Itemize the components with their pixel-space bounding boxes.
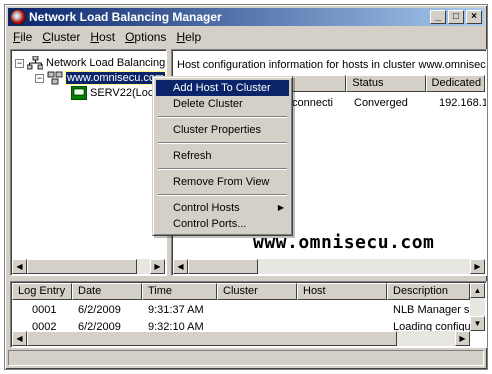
- column-description[interactable]: Description: [387, 283, 470, 300]
- menu-separator: [158, 116, 287, 118]
- menu-file[interactable]: File: [8, 30, 37, 44]
- server-icon: [71, 86, 87, 100]
- scroll-left-icon[interactable]: ◀: [12, 331, 27, 346]
- tree-item-cluster[interactable]: − www.omnisecu.com: [35, 71, 166, 85]
- column-time[interactable]: Time: [142, 283, 217, 300]
- menu-cluster[interactable]: Cluster: [37, 30, 85, 44]
- menu-item-cluster-properties[interactable]: Cluster Properties: [156, 122, 289, 138]
- scroll-thumb[interactable]: [27, 331, 397, 346]
- log-entry-cell: 0001: [32, 304, 57, 316]
- menu-item-label: Cluster Properties: [173, 124, 262, 136]
- column-log-entry[interactable]: Log Entry: [12, 283, 72, 300]
- host-config-info: Host configuration information for hosts…: [177, 59, 487, 71]
- tree-item-root[interactable]: − Network Load Balancing: [15, 56, 165, 70]
- watermark-text: www.omnisecu.com: [253, 232, 435, 253]
- scroll-thumb[interactable]: [188, 259, 258, 274]
- scroll-right-icon[interactable]: ▶: [455, 331, 470, 346]
- scroll-left-icon[interactable]: ◀: [12, 259, 27, 274]
- log-pane: Log Entry Date Time Cluster Host Descrip…: [10, 281, 487, 348]
- menu-item-label: Refresh: [173, 150, 212, 162]
- network-icon: [27, 56, 43, 70]
- status-cell: Converged: [354, 97, 408, 109]
- title-bar[interactable]: Network Load Balancing Manager _ □ ×: [8, 8, 484, 26]
- log-header: Log Entry Date Time Cluster Host Descrip…: [12, 283, 470, 300]
- menu-item-control-ports[interactable]: Control Ports...: [156, 216, 289, 232]
- menu-item-delete-cluster[interactable]: Delete Cluster: [156, 96, 289, 112]
- tree-root-label: Network Load Balancing: [46, 57, 166, 69]
- column-dedicated[interactable]: Dedicated: [425, 75, 485, 92]
- dedicated-ip-cell: 192.168.1: [439, 97, 487, 109]
- host-cell: connecti: [292, 97, 333, 109]
- menu-item-remove-from-view[interactable]: Remove From View: [156, 174, 289, 190]
- menu-item-label: Delete Cluster: [173, 98, 243, 110]
- scroll-right-icon[interactable]: ▶: [470, 259, 485, 274]
- menu-help[interactable]: Help: [171, 30, 206, 44]
- log-vertical-scrollbar[interactable]: ▲ ▼: [470, 283, 485, 331]
- menu-bar: File Cluster Host Options Help: [8, 28, 484, 46]
- log-time-cell: 9:31:37 AM: [148, 304, 204, 316]
- menu-host[interactable]: Host: [85, 30, 120, 44]
- scroll-thumb[interactable]: [27, 259, 137, 274]
- cluster-icon: [47, 71, 63, 85]
- collapse-icon[interactable]: −: [35, 73, 44, 83]
- menu-item-label: Add Host To Cluster: [173, 82, 271, 94]
- column-date[interactable]: Date: [72, 283, 142, 300]
- menu-item-add-host[interactable]: Add Host To Cluster: [156, 80, 289, 96]
- column-cluster[interactable]: Cluster: [217, 283, 297, 300]
- window-controls: _ □ ×: [428, 10, 482, 24]
- log-description-cell: NLB Manager se: [393, 304, 476, 316]
- close-button[interactable]: ×: [466, 10, 482, 24]
- cluster-context-menu: Add Host To Cluster Delete Cluster Clust…: [152, 76, 293, 236]
- menu-item-label: Control Ports...: [173, 218, 247, 230]
- menu-separator: [158, 194, 287, 196]
- menu-item-label: Control Hosts: [173, 202, 240, 214]
- scroll-left-icon[interactable]: ◀: [173, 259, 188, 274]
- menu-item-refresh[interactable]: Refresh: [156, 148, 289, 164]
- nlb-app-icon: [10, 9, 26, 25]
- cluster-tree-pane[interactable]: − Network Load Balancing − www.omnisecu.…: [10, 49, 167, 276]
- window-title: Network Load Balancing Manager: [29, 10, 222, 24]
- log-horizontal-scrollbar[interactable]: ◀ ▶: [12, 331, 470, 346]
- collapse-icon[interactable]: −: [15, 58, 24, 68]
- scroll-down-icon[interactable]: ▼: [470, 316, 485, 331]
- menu-options[interactable]: Options: [120, 30, 171, 44]
- log-date-cell: 6/2/2009: [78, 304, 121, 316]
- menu-item-label: Remove From View: [173, 176, 270, 188]
- tree-cluster-label: www.omnisecu.com: [64, 71, 166, 85]
- status-panel: [8, 350, 484, 366]
- scroll-up-icon[interactable]: ▲: [470, 283, 485, 298]
- status-bar: [8, 350, 484, 366]
- menu-item-control-hosts[interactable]: Control Hosts ▶: [156, 200, 289, 216]
- maximize-button[interactable]: □: [448, 10, 464, 24]
- host-list-horizontal-scrollbar[interactable]: ◀ ▶: [173, 259, 485, 274]
- column-status[interactable]: Status: [346, 75, 426, 92]
- minimize-button[interactable]: _: [430, 10, 446, 24]
- menu-separator: [158, 142, 287, 144]
- tree-item-host[interactable]: SERV22(Local: [71, 86, 162, 100]
- menu-separator: [158, 168, 287, 170]
- submenu-arrow-icon: ▶: [277, 203, 284, 212]
- scroll-right-icon[interactable]: ▶: [150, 259, 165, 274]
- tree-horizontal-scrollbar[interactable]: ◀ ▶: [12, 259, 165, 274]
- column-host[interactable]: Host: [297, 283, 387, 300]
